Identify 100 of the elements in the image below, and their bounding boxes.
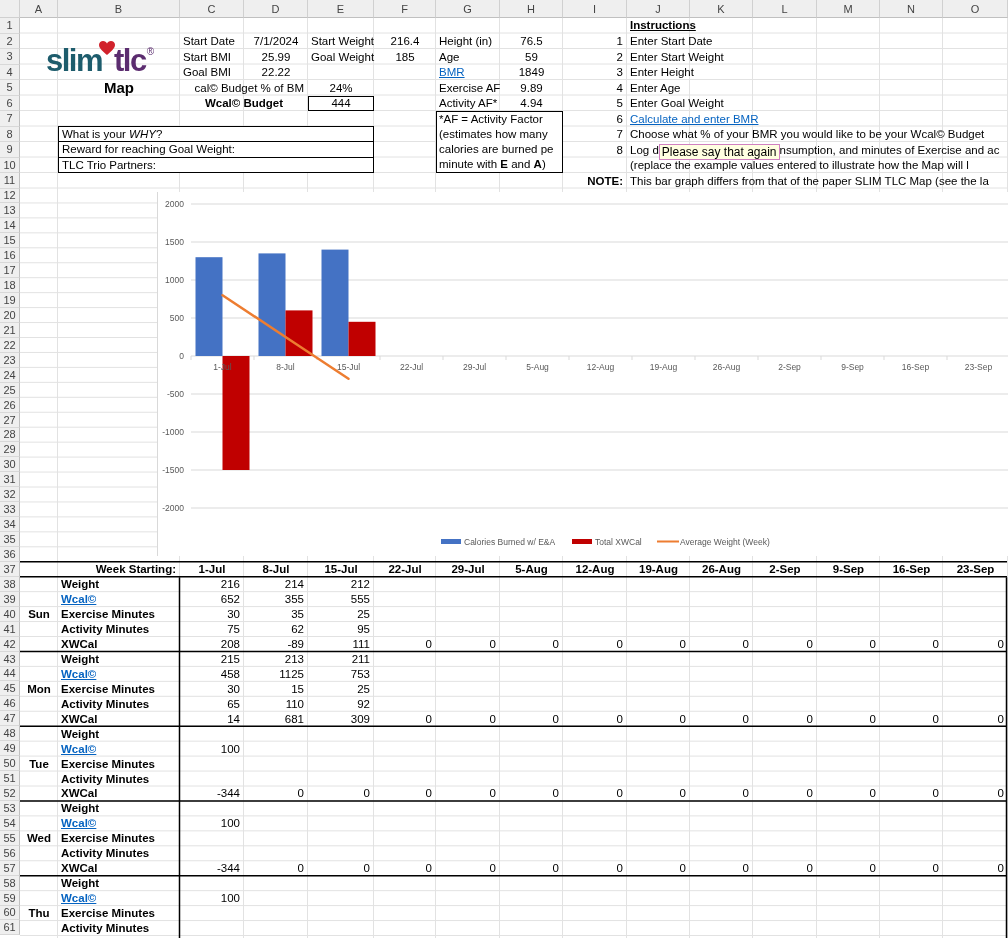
- field-value[interactable]: 216.4: [374, 33, 436, 49]
- select-all-corner[interactable]: [0, 0, 20, 18]
- row-header[interactable]: 61: [0, 920, 20, 936]
- row-label: Weight: [61, 876, 100, 891]
- table-cell-text: 0: [805, 711, 814, 727]
- row-header[interactable]: 11: [0, 173, 20, 189]
- axis-label: 0: [179, 350, 184, 361]
- metric-value[interactable]: 9.89: [500, 80, 563, 96]
- field-label: cal© Budget % of BM: [193, 80, 305, 96]
- row-header[interactable]: 16: [0, 248, 20, 264]
- table-cell-text: 0: [931, 711, 940, 727]
- column-header[interactable]: F: [374, 0, 436, 18]
- table-cell-text: 0: [931, 786, 940, 801]
- row-link[interactable]: Wcal©: [61, 741, 97, 756]
- step-text: Choose what % of your BMR you would like to be your Wcal© Budget: [629, 127, 986, 142]
- column-header[interactable]: K: [690, 0, 753, 18]
- row-header[interactable]: 3: [0, 49, 20, 65]
- table-cell-text: 111: [351, 637, 371, 652]
- column-header[interactable]: E: [308, 0, 374, 18]
- metric-value[interactable]: 1849: [500, 64, 563, 80]
- row-label: Exercise Minutes: [61, 905, 155, 920]
- column-header[interactable]: J: [627, 0, 690, 18]
- column-header[interactable]: L: [753, 0, 817, 18]
- step-number: 7: [615, 127, 624, 142]
- step-number: 5: [615, 96, 624, 111]
- prompt-label[interactable]: Reward for reaching Goal Weight:: [58, 141, 374, 158]
- row-header[interactable]: 50: [0, 756, 20, 772]
- axis-label: 22-Jul: [399, 361, 424, 372]
- row-label: Weight: [61, 801, 100, 816]
- step-link[interactable]: Calculate and enter BMR: [630, 111, 759, 126]
- row-label: Exercise Minutes: [61, 756, 155, 771]
- step-number: 3: [615, 65, 624, 80]
- axis-label: 8-Jul: [276, 361, 295, 372]
- metric-value[interactable]: 4.94: [500, 95, 563, 111]
- row-header[interactable]: 35: [0, 532, 20, 547]
- step-number: 8: [615, 142, 624, 158]
- column-header[interactable]: B: [58, 0, 180, 18]
- table-cell-text: 0: [996, 711, 1005, 727]
- row-header[interactable]: 9: [0, 142, 20, 158]
- note-line: minute with E and A): [439, 157, 547, 172]
- row-link[interactable]: Wcal©: [61, 592, 97, 607]
- axis-label: 1000: [165, 274, 184, 285]
- field-value[interactable]: 25.99: [244, 49, 308, 65]
- column-header[interactable]: C: [180, 0, 244, 18]
- row-header[interactable]: 29: [0, 442, 20, 458]
- row-header[interactable]: 45: [0, 681, 20, 697]
- table-cell-text: 0: [424, 711, 433, 727]
- row-link[interactable]: Wcal©: [61, 816, 97, 831]
- table-cell-text: 0: [805, 786, 814, 801]
- row-header[interactable]: 32: [0, 487, 20, 503]
- row-header[interactable]: 30: [0, 457, 20, 473]
- row-header[interactable]: 15: [0, 233, 20, 249]
- column-header[interactable]: G: [436, 0, 500, 18]
- step-number: 4: [615, 80, 624, 96]
- column-header[interactable]: O: [943, 0, 1008, 18]
- field-label: Goal BMI: [182, 65, 232, 80]
- row-header[interactable]: 33: [0, 502, 20, 518]
- field-value[interactable]: 7/1/2024: [244, 33, 308, 49]
- row-header[interactable]: 5: [0, 80, 20, 96]
- row-header[interactable]: 48: [0, 726, 20, 742]
- table-cell-text: 216: [219, 577, 241, 592]
- row-header[interactable]: 34: [0, 517, 20, 533]
- table-cell-text: 95: [356, 622, 371, 637]
- row-header[interactable]: 17: [0, 263, 20, 279]
- row-label: Exercise Minutes: [61, 831, 155, 846]
- row-header[interactable]: 18: [0, 278, 20, 294]
- column-header[interactable]: D: [244, 0, 308, 18]
- row-header[interactable]: 51: [0, 771, 20, 786]
- field-value[interactable]: 185: [374, 49, 436, 65]
- metric-link[interactable]: BMR: [436, 64, 500, 80]
- row-header[interactable]: 52: [0, 786, 20, 801]
- column-header[interactable]: I: [563, 0, 627, 18]
- axis-label: 16-Sep: [901, 361, 930, 372]
- row-header[interactable]: 46: [0, 696, 20, 712]
- row-header[interactable]: 14: [0, 218, 20, 234]
- field-value[interactable]: 22.22: [244, 64, 308, 80]
- row-header[interactable]: 7: [0, 111, 20, 127]
- row-header[interactable]: 49: [0, 741, 20, 757]
- row-header[interactable]: 19: [0, 293, 20, 308]
- row-header[interactable]: 20: [0, 308, 20, 323]
- metric-value[interactable]: 59: [500, 49, 563, 65]
- row-header[interactable]: 47: [0, 711, 20, 727]
- table-cell-text: 100: [219, 741, 241, 757]
- row-link[interactable]: Wcal©: [61, 666, 97, 681]
- column-header[interactable]: A: [20, 0, 58, 18]
- table-cell-text: 0: [805, 861, 814, 876]
- instructions-title: Instructions: [630, 17, 696, 33]
- metric-value[interactable]: 76.5: [500, 33, 563, 49]
- row-header[interactable]: 13: [0, 203, 20, 219]
- column-header[interactable]: H: [500, 0, 563, 18]
- column-header[interactable]: M: [817, 0, 880, 18]
- row-label: XWCal: [61, 711, 98, 726]
- field-value[interactable]: 24%: [308, 80, 374, 96]
- note-text: This bar graph differs from that of the paper SLIM TLC Map (see the la: [629, 173, 990, 189]
- metric-label: Exercise AF: [438, 80, 500, 96]
- column-header[interactable]: N: [880, 0, 943, 18]
- row-header[interactable]: 31: [0, 472, 20, 488]
- row-link[interactable]: Wcal©: [61, 891, 97, 906]
- row-header[interactable]: 1: [0, 18, 20, 34]
- row-header[interactable]: 36: [0, 547, 20, 562]
